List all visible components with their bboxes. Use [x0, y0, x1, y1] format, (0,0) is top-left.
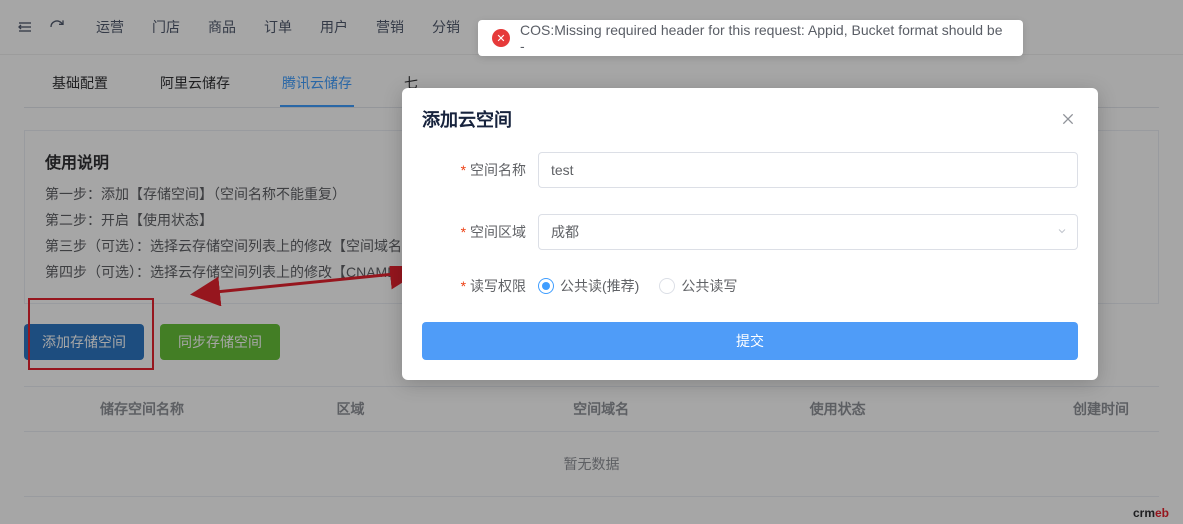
space-name-input[interactable]	[538, 152, 1078, 188]
error-message: COS:Missing required header for this req…	[520, 22, 1009, 54]
submit-button[interactable]: 提交	[422, 322, 1078, 360]
label-acl: 读写权限	[422, 276, 538, 296]
form-row-region: 空间区域	[422, 214, 1078, 250]
form-row-name: 空间名称	[422, 152, 1078, 188]
radio-public-read[interactable]: 公共读(推荐)	[538, 276, 639, 296]
space-region-select[interactable]	[538, 214, 1078, 250]
close-icon[interactable]	[1058, 109, 1078, 129]
radio-circle-icon	[538, 278, 554, 294]
modal-body: 空间名称 空间区域 读写权限 公共读(推荐)	[402, 146, 1098, 380]
modal-header: 添加云空间	[402, 88, 1098, 146]
error-toast: ✕ COS:Missing required header for this r…	[478, 20, 1023, 56]
radio-public-read-write[interactable]: 公共读写	[659, 276, 737, 296]
add-cloud-space-modal: 添加云空间 空间名称 空间区域 读写权限	[402, 88, 1098, 380]
label-space-name: 空间名称	[422, 160, 538, 180]
form-row-acl: 读写权限 公共读(推荐) 公共读写	[422, 276, 1078, 296]
radio-label-public-read-write: 公共读写	[681, 276, 737, 296]
error-icon: ✕	[492, 29, 510, 47]
label-space-region: 空间区域	[422, 222, 538, 242]
radio-circle-icon	[659, 278, 675, 294]
modal-title: 添加云空间	[422, 106, 512, 132]
radio-label-public-read: 公共读(推荐)	[560, 276, 639, 296]
